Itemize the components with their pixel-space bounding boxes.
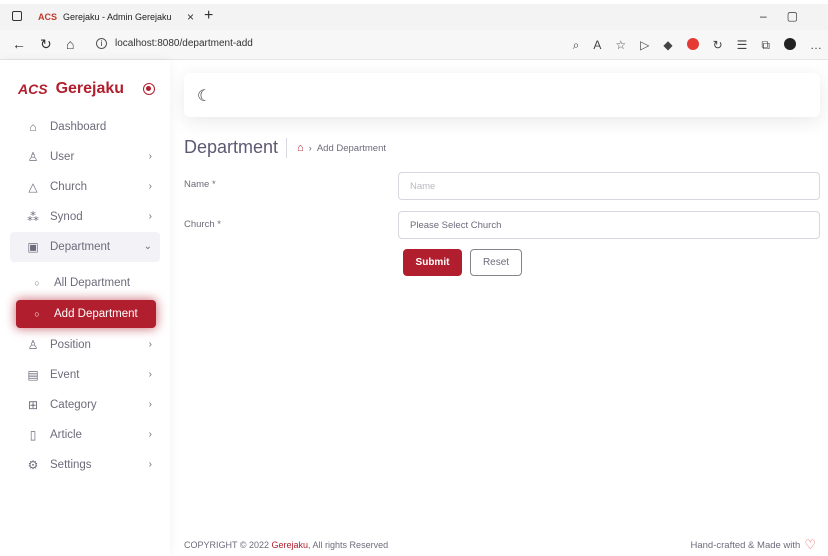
sidebar-item-label: Department [50,241,111,253]
window-controls[interactable]: –▢ [760,9,818,23]
sidebar-item-label: Event [50,369,80,381]
info-icon[interactable]: i [96,38,107,49]
back-icon[interactable]: ← [12,36,26,52]
triangle-icon: △ [28,180,38,194]
synod-icon: ⁂ [27,210,39,224]
home-icon[interactable]: ⌂ [297,142,304,154]
play-icon[interactable]: ▷ [640,38,649,53]
sidebar-item-category[interactable]: ⊞ Category › [0,390,170,420]
sidebar-item-department[interactable]: ▣ Department ⌄ [10,232,160,262]
user-icon: ♙ [27,150,39,164]
settings-icon: ⚙ [27,458,39,472]
chevron-right-icon: › [148,369,152,380]
chevron-right-icon: › [148,399,152,410]
close-tab-icon[interactable]: × [187,10,194,24]
submit-button[interactable]: Submit [403,249,462,276]
browser-tab-bar: ACS Gerejaku - Admin Gerejaku × + –▢ [0,4,828,30]
top-navbar: ☾ [184,73,820,117]
sidebar-item-dashboard[interactable]: ⌂ Dashboard [0,112,170,142]
chevron-down-icon: ⌄ [143,241,152,252]
extension-icon[interactable]: ◆ [663,38,672,53]
sidebar-item-event[interactable]: ▤ Event › [0,360,170,390]
tab-title: Gerejaku - Admin Gerejaku [63,12,172,22]
browser-extensions: ⌕ A ☆ ▷ ◆ ↻ ☰ ⧉ … [573,38,822,53]
favorite-icon[interactable]: ☆ [615,38,626,53]
sidebar-toggle-icon[interactable] [143,83,155,95]
chevron-right-icon: › [148,339,152,350]
sidebar-item-label: Position [50,339,91,351]
chevron-right-icon: › [148,151,152,162]
address-bar: ← ↻ ⌂ i localhost:8080/department-add ⌕ A… [0,30,828,60]
profile-avatar[interactable] [784,38,796,50]
sidebar-item-user[interactable]: ♙ User › [0,142,170,172]
copyright-brand-link[interactable]: Gerejaku [272,540,309,550]
brand-name: Gerejaku [55,80,125,97]
sidebar-item-label: Category [50,399,97,411]
search-icon[interactable]: ⌕ [573,38,580,53]
reset-button[interactable]: Reset [470,249,522,276]
sidebar-item-label: Church [50,181,88,193]
chevron-right-icon: › [148,459,152,470]
sidebar-item-label: User [50,151,75,163]
breadcrumb: ⌂ › Add Department [286,138,386,158]
record-extension-icon[interactable] [686,38,699,50]
url-field[interactable]: i localhost:8080/department-add [96,38,253,49]
footer-copyright: COPYRIGHT © 2022 Gerejaku, All rights Re… [184,540,388,550]
sidebar-item-label: Article [50,429,82,441]
circle-icon: ○ [34,278,40,288]
name-label: Name * [184,179,216,190]
sidebar: ACS Gerejaku ⌂ Dashboard ♙ User › △ Chur… [0,60,170,556]
new-tab-icon[interactable]: + [204,7,213,25]
user-check-icon: ♙ [27,338,39,352]
home-icon: ⌂ [29,120,37,134]
favorites-bar-icon[interactable]: ☰ [737,38,748,53]
sidebar-item-label: All Department [54,277,131,289]
footer-credit-text: Hand-crafted & Made with [690,539,801,551]
sync-icon[interactable]: ↻ [713,38,723,53]
breadcrumb-separator-icon: › [308,142,312,154]
sidebar-item-church[interactable]: △ Church › [0,172,170,202]
sidebar-item-article[interactable]: ▯ Article › [0,420,170,450]
sidebar-item-label: Add Department [54,308,138,320]
more-icon[interactable]: … [810,38,822,53]
chevron-right-icon: › [148,181,152,192]
read-aloud-icon[interactable]: A [593,38,601,53]
sidebar-item-position[interactable]: ♙ Position › [0,330,170,360]
sidebar-item-synod[interactable]: ⁂ Synod › [0,202,170,232]
church-select[interactable]: Please Select Church [398,211,820,239]
window-icon[interactable] [12,11,22,21]
refresh-icon[interactable]: ↻ [40,36,52,53]
copyright-suffix: , All rights Reserved [308,540,389,550]
department-icon: ▣ [27,240,39,254]
brand-logo: ACS [18,81,48,97]
url-text: localhost:8080/department-add [115,38,253,49]
brand[interactable]: ACS Gerejaku [18,80,124,98]
collections-icon[interactable]: ⧉ [761,38,770,53]
sidebar-item-add-department[interactable]: ○ Add Department [16,300,156,328]
sidebar-item-label: Dashboard [50,121,107,133]
church-select-placeholder: Please Select Church [410,219,502,231]
circle-icon: ○ [34,309,40,319]
sidebar-item-label: Settings [50,459,92,471]
footer-credit: Hand-crafted & Made with ♡ [691,537,817,553]
page-title: Department [184,137,279,157]
favicon-icon: ACS [38,12,58,22]
name-input[interactable] [398,172,820,200]
browser-tab[interactable]: ACS Gerejaku - Admin Gerejaku × [38,4,194,30]
sidebar-menu: ⌂ Dashboard ♙ User › △ Church › ⁂ Synod … [0,112,170,480]
breadcrumb-current: Add Department [316,142,387,154]
grid-icon: ⊞ [27,398,39,412]
copyright-prefix: COPYRIGHT © 2022 [184,540,269,550]
chevron-right-icon: › [148,429,152,440]
heart-icon: ♡ [804,537,816,552]
church-label: Church * [184,219,221,230]
file-icon: ▯ [29,428,37,442]
chevron-right-icon: › [148,211,152,222]
sidebar-item-all-department[interactable]: ○ All Department [0,268,170,298]
calendar-icon: ▤ [27,368,39,382]
home-browser-icon[interactable]: ⌂ [66,36,74,52]
moon-icon[interactable]: ☾ [197,86,211,106]
sidebar-item-settings[interactable]: ⚙ Settings › [0,450,170,480]
sidebar-item-label: Synod [50,211,83,223]
